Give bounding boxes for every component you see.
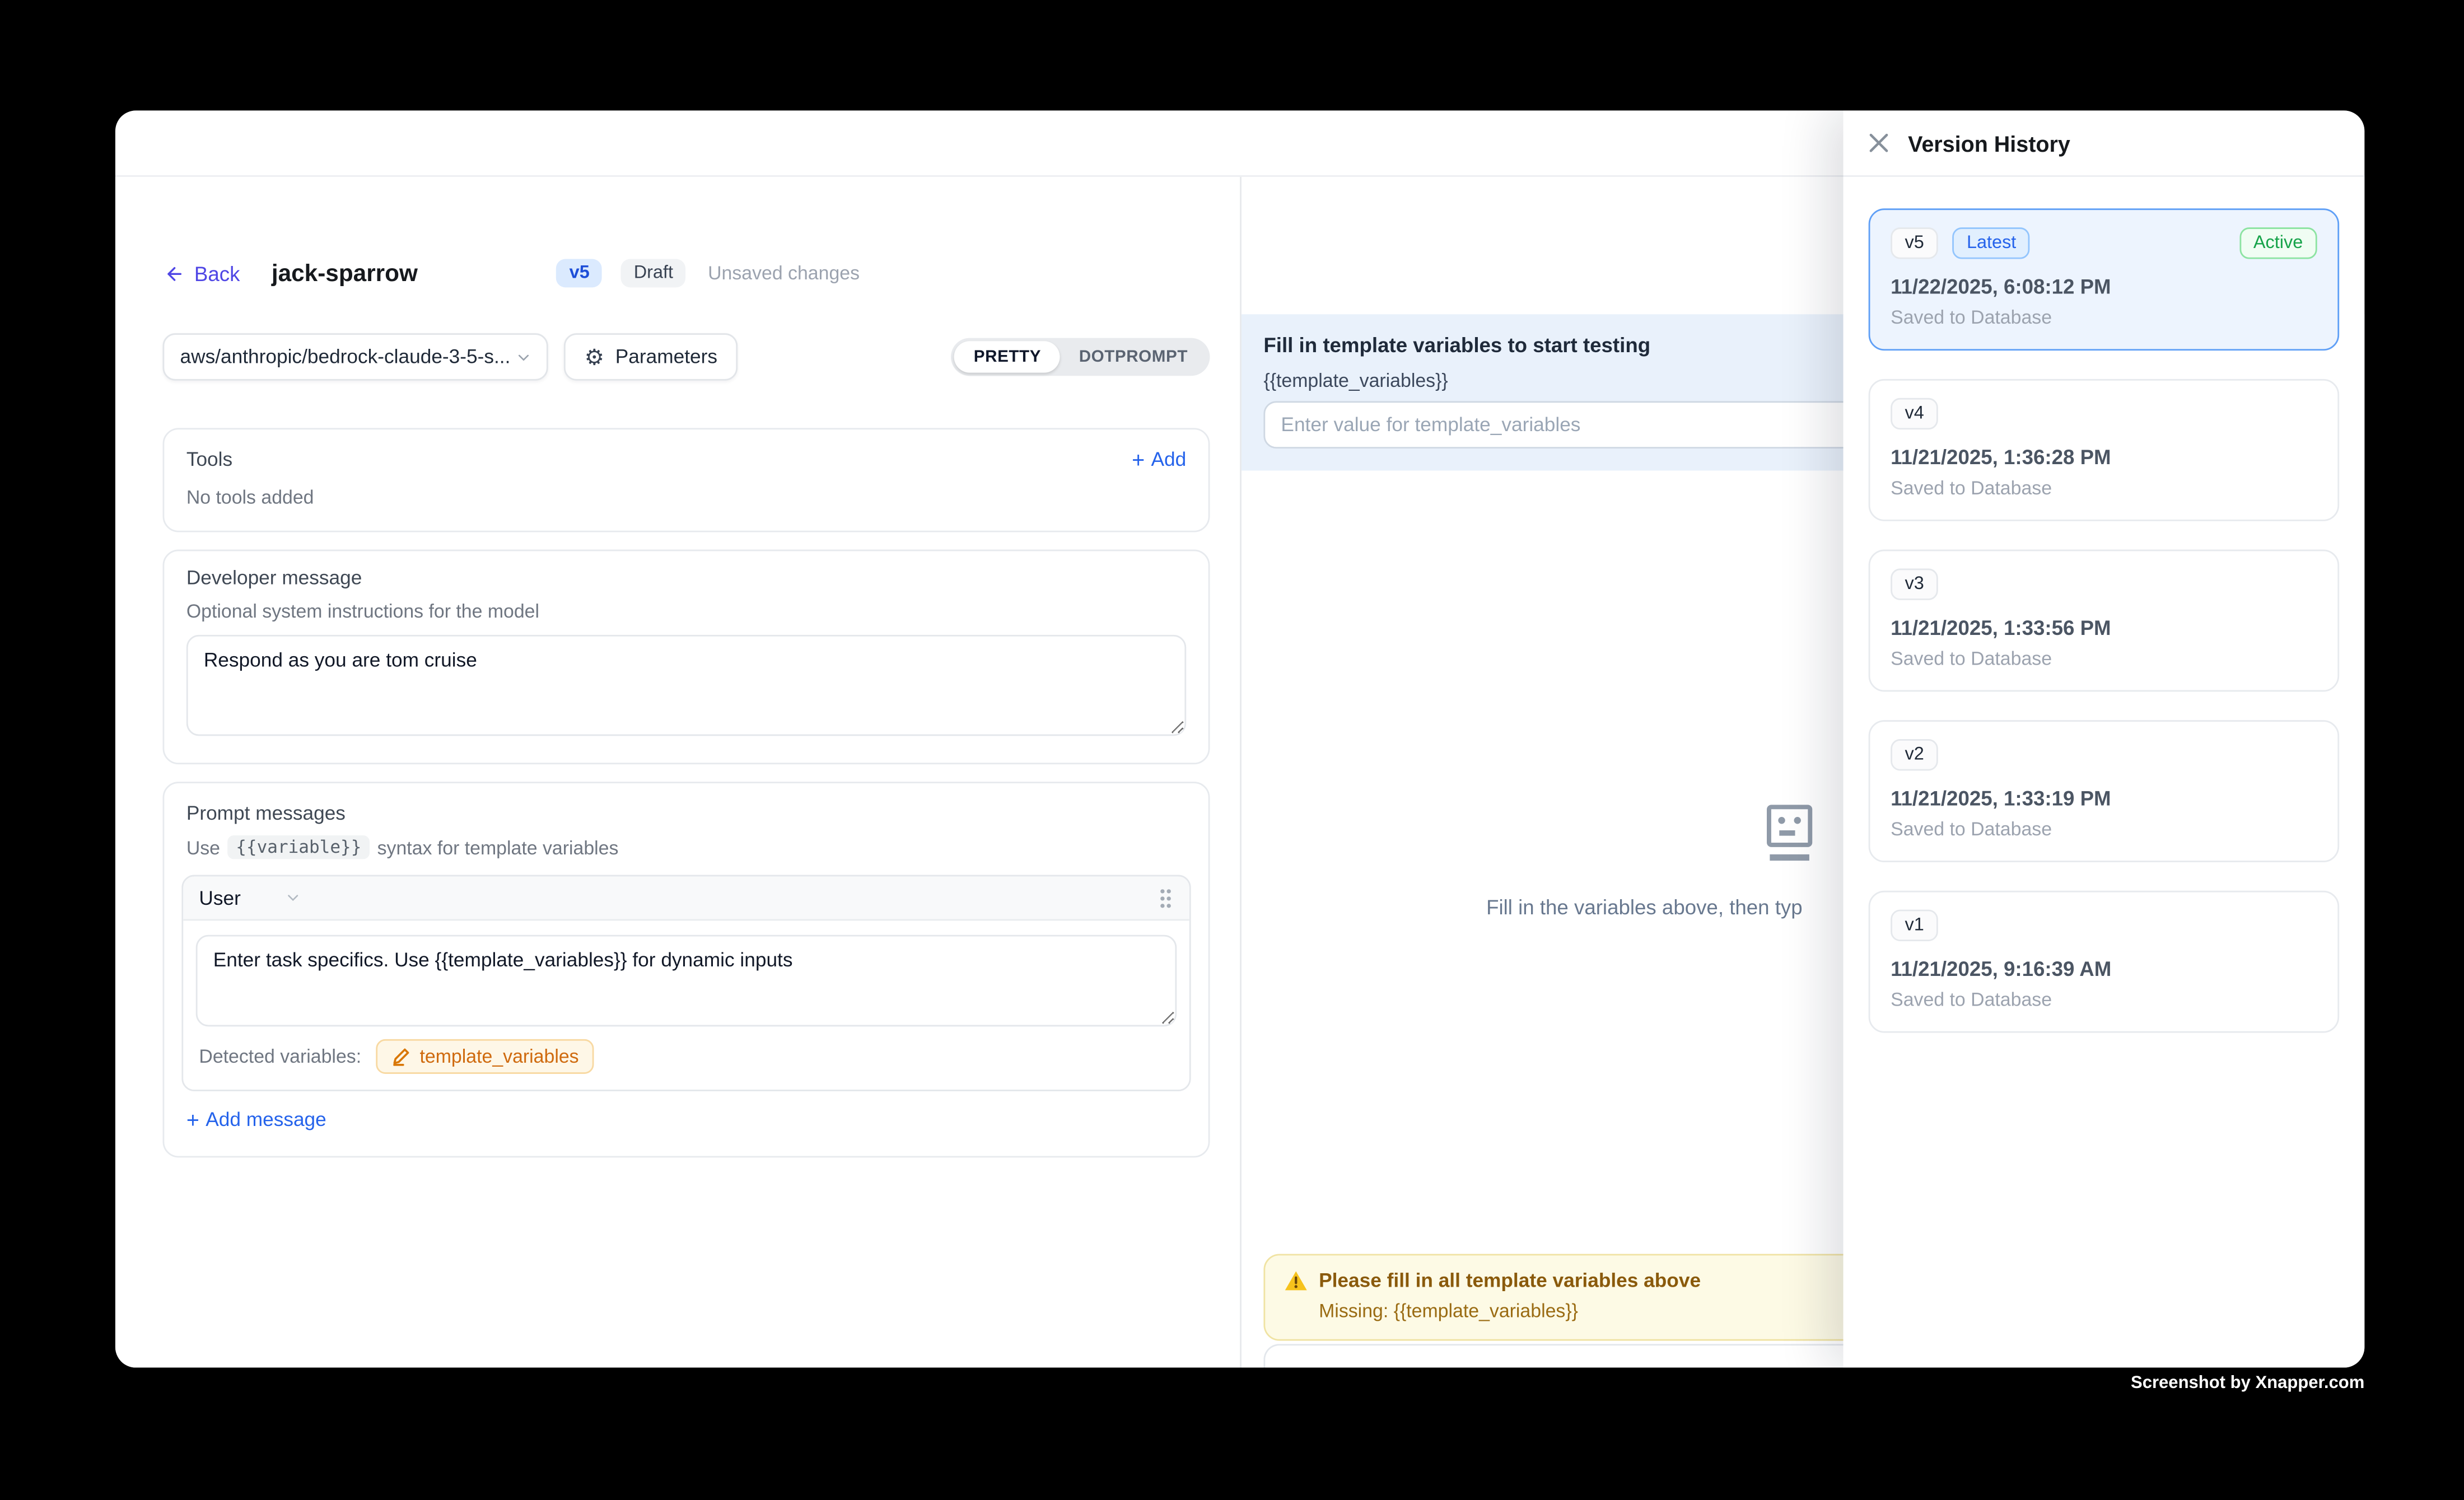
model-selector-value: aws/anthropic/bedrock-claude-3-5-s... bbox=[180, 346, 511, 368]
toggle-pretty[interactable]: PRETTY bbox=[955, 341, 1060, 372]
tools-card: Tools + Add No tools added bbox=[163, 428, 1210, 532]
prompt-messages-subtitle: Use {{variable}} syntax for template var… bbox=[186, 835, 1191, 859]
version-badge: v5 bbox=[557, 259, 602, 288]
version-card[interactable]: v1 11/21/2025, 9:16:39 AM Saved to Datab… bbox=[1869, 891, 2340, 1033]
version-number-badge: v1 bbox=[1891, 910, 1938, 941]
plus-icon: + bbox=[1132, 448, 1145, 470]
version-timestamp: 11/21/2025, 1:36:28 PM bbox=[1891, 445, 2317, 469]
empty-state-text: Fill in the variables above, then typ bbox=[1486, 895, 1803, 919]
warning-title: Please fill in all template variables ab… bbox=[1319, 1270, 1701, 1292]
back-label: Back bbox=[194, 261, 240, 285]
user-message-input[interactable]: Enter task specifics. Use {{template_var… bbox=[196, 935, 1177, 1027]
variable-chip[interactable]: template_variables bbox=[376, 1039, 595, 1074]
version-timestamp: 11/21/2025, 1:33:56 PM bbox=[1891, 616, 2317, 639]
latest-badge: Latest bbox=[1953, 227, 2031, 259]
parameters-label: Parameters bbox=[615, 346, 717, 368]
back-arrow-icon bbox=[164, 263, 185, 284]
version-history-panel: Version History v5 Latest Active 11/22/2… bbox=[1844, 110, 2365, 1367]
developer-message-input[interactable]: Respond as you are tom cruise bbox=[186, 635, 1186, 736]
variable-chip-label: template_variables bbox=[420, 1045, 579, 1067]
version-status: Saved to Database bbox=[1891, 306, 2317, 328]
toggle-dotprompt[interactable]: DOTPROMPT bbox=[1060, 341, 1207, 372]
developer-message-subtitle: Optional system instructions for the mod… bbox=[186, 600, 1186, 622]
version-card[interactable]: v5 Latest Active 11/22/2025, 6:08:12 PM … bbox=[1869, 208, 2340, 351]
version-status: Saved to Database bbox=[1891, 989, 2317, 1011]
add-message-label: Add message bbox=[206, 1109, 326, 1130]
pencil-icon bbox=[391, 1047, 410, 1066]
version-history-header: Version History bbox=[1844, 110, 2365, 176]
version-timestamp: 11/21/2025, 9:16:39 AM bbox=[1891, 957, 2317, 980]
message-role-value: User bbox=[199, 887, 240, 909]
version-card[interactable]: v4 11/21/2025, 1:36:28 PM Saved to Datab… bbox=[1869, 379, 2340, 521]
version-card[interactable]: v2 11/21/2025, 1:33:19 PM Saved to Datab… bbox=[1869, 720, 2340, 862]
version-card[interactable]: v3 11/21/2025, 1:33:56 PM Saved to Datab… bbox=[1869, 550, 2340, 692]
add-tool-label: Add bbox=[1151, 448, 1186, 470]
model-selector[interactable]: aws/anthropic/bedrock-claude-3-5-s... bbox=[163, 333, 548, 381]
subtitle-suffix: syntax for template variables bbox=[377, 836, 619, 858]
version-history-title: Version History bbox=[1908, 130, 2070, 156]
version-timestamp: 11/22/2025, 6:08:12 PM bbox=[1891, 275, 2317, 298]
chevron-down-icon bbox=[515, 348, 532, 366]
tools-empty-text: No tools added bbox=[186, 487, 1186, 508]
draft-badge: Draft bbox=[621, 259, 685, 288]
version-number-badge: v4 bbox=[1891, 398, 1938, 429]
screenshot-credit: Screenshot by Xnapper.com bbox=[2131, 1374, 2364, 1393]
developer-message-card: Developer message Optional system instru… bbox=[163, 550, 1210, 765]
document-header: Back jack-sparrow v5 Draft Unsaved chang… bbox=[164, 259, 1210, 288]
detected-variables-label: Detected variables: bbox=[199, 1045, 361, 1067]
gear-icon: ⚙ bbox=[585, 346, 604, 368]
version-number-badge: v2 bbox=[1891, 739, 1938, 770]
app-window: Back jack-sparrow v5 Draft Unsaved chang… bbox=[115, 110, 2364, 1367]
drag-handle-icon[interactable] bbox=[1158, 887, 1173, 909]
developer-message-title: Developer message bbox=[186, 567, 1186, 589]
page-title: jack-sparrow bbox=[272, 260, 418, 287]
add-tool-button[interactable]: + Add bbox=[1132, 448, 1186, 470]
version-status: Saved to Database bbox=[1891, 477, 2317, 499]
version-timestamp: 11/21/2025, 1:33:19 PM bbox=[1891, 787, 2317, 810]
model-toolbar: aws/anthropic/bedrock-claude-3-5-s... ⚙ … bbox=[163, 333, 1210, 381]
subtitle-prefix: Use bbox=[186, 836, 220, 858]
version-status: Saved to Database bbox=[1891, 818, 2317, 840]
message-header: User bbox=[183, 876, 1189, 920]
active-badge: Active bbox=[2239, 227, 2317, 259]
version-status: Saved to Database bbox=[1891, 647, 2317, 669]
unsaved-changes-text: Unsaved changes bbox=[708, 262, 860, 284]
parameters-button[interactable]: ⚙ Parameters bbox=[564, 333, 738, 381]
message-role-select[interactable]: User bbox=[199, 887, 302, 909]
desktop-background: Back jack-sparrow v5 Draft Unsaved chang… bbox=[0, 0, 2464, 1500]
tools-title: Tools bbox=[186, 448, 232, 470]
version-number-badge: v5 bbox=[1891, 227, 1938, 259]
detected-variables-row: Detected variables: template_variables bbox=[183, 1026, 1189, 1090]
add-message-button[interactable]: + Add message bbox=[186, 1109, 326, 1130]
variable-syntax-code: {{variable}} bbox=[228, 835, 369, 859]
prompt-messages-card: Prompt messages Use {{variable}} syntax … bbox=[163, 782, 1210, 1157]
bot-face-icon bbox=[1763, 804, 1817, 872]
warning-triangle-icon bbox=[1284, 1270, 1308, 1292]
prompt-messages-title: Prompt messages bbox=[186, 802, 1191, 824]
prompt-editor-panel: Back jack-sparrow v5 Draft Unsaved chang… bbox=[115, 177, 1240, 1368]
plus-icon: + bbox=[186, 1109, 199, 1130]
version-list: v5 Latest Active 11/22/2025, 6:08:12 PM … bbox=[1844, 177, 2365, 1061]
version-number-badge: v3 bbox=[1891, 568, 1938, 600]
format-toggle: PRETTY DOTPROMPT bbox=[951, 338, 1210, 376]
chevron-down-icon bbox=[285, 889, 302, 906]
message-block: User Enter task specifics. Use {{templat… bbox=[181, 875, 1191, 1091]
back-button[interactable]: Back bbox=[164, 261, 240, 285]
close-icon-button[interactable] bbox=[1869, 133, 1889, 153]
